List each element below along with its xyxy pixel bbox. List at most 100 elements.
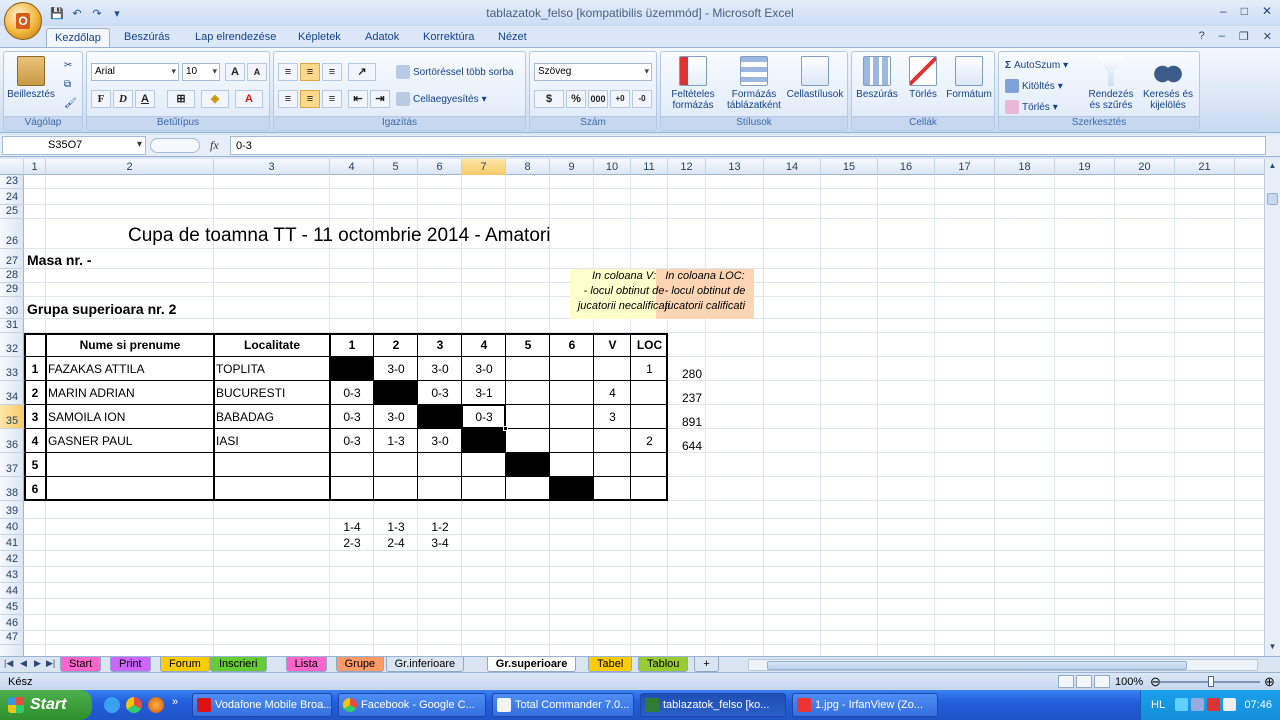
extra-value[interactable]: 644 [668, 429, 706, 453]
task-facebook-chrome[interactable]: Facebook - Google C... [338, 693, 486, 717]
row-header[interactable]: 28 [0, 269, 24, 283]
delete-cells-button[interactable]: Törlés [902, 56, 944, 100]
fill-color-button[interactable]: ◈ [201, 90, 229, 108]
increase-decimal-button[interactable]: +0 [610, 90, 630, 108]
worksheet-grid[interactable]: 1 2 3 4 5 6 7 8 9 10 11 12 13 14 15 16 17 18 19 20 21 23 24 25… [0, 159, 1268, 656]
first-sheet-icon[interactable]: |◀ [4, 658, 13, 669]
font-name-combo[interactable]: Arial [91, 63, 179, 81]
font-size-combo[interactable]: 10 [182, 63, 220, 81]
zoom-in-icon[interactable]: ⊕ [1264, 674, 1275, 690]
office-button[interactable]: O [4, 2, 42, 40]
underline-button[interactable]: A [135, 90, 155, 108]
column-header[interactable]: 18 [995, 159, 1055, 175]
scroll-up-icon[interactable]: ▲ [1267, 161, 1278, 173]
insert-function-button[interactable]: fx [210, 138, 219, 153]
close-button[interactable]: ✕ [1262, 4, 1272, 18]
conditional-formatting-button[interactable]: Feltételes formázás [664, 56, 722, 111]
column-header[interactable]: 20 [1115, 159, 1175, 175]
pairing[interactable]: 1-3 [374, 519, 418, 535]
column-header[interactable]: 5 [374, 159, 418, 175]
column-header[interactable]: 15 [821, 159, 878, 175]
pairing[interactable]: 1-2 [418, 519, 462, 535]
horizontal-scrollbar[interactable] [748, 659, 1258, 671]
tab-formulas[interactable]: Képletek [290, 28, 349, 48]
column-header[interactable]: 4 [330, 159, 374, 175]
row-header[interactable]: 27 [0, 249, 24, 269]
sheet-tab[interactable]: Tabel [588, 657, 633, 672]
align-top-button[interactable]: ≡ [278, 63, 298, 81]
format-painter-icon[interactable]: 🖌 [64, 94, 77, 112]
tab-review[interactable]: Korrektúra [415, 28, 482, 48]
cut-icon[interactable]: ✂ [64, 56, 72, 74]
column-header[interactable]: 2 [46, 159, 214, 175]
row-header[interactable]: 42 [0, 551, 24, 567]
tab-insert[interactable]: Beszúrás [116, 28, 178, 48]
row-header[interactable]: 33 [0, 357, 24, 381]
sheet-tab[interactable]: Tablou [638, 657, 689, 672]
workbook-restore-button[interactable]: ❐ [1239, 30, 1249, 43]
font-color-button[interactable]: A [235, 90, 263, 108]
volume-icon[interactable] [1223, 698, 1236, 711]
bold-button[interactable]: F [91, 90, 111, 108]
merge-cells-button[interactable]: Cellaegyesítés ▾ [396, 90, 487, 108]
tab-home[interactable]: Kezdőlap [46, 28, 110, 48]
column-header[interactable]: 21 [1175, 159, 1235, 175]
format-as-table-button[interactable]: Formázás táblázatként [725, 56, 783, 111]
fill-button[interactable]: Kitöltés ▾ [1005, 77, 1063, 95]
row-header[interactable]: 41 [0, 535, 24, 551]
workbook-close-button[interactable]: ✕ [1263, 30, 1272, 43]
language-indicator[interactable]: HL [1151, 699, 1165, 711]
insert-sheet-icon[interactable]: + [694, 657, 719, 672]
align-center-button[interactable]: ≡ [300, 90, 320, 108]
column-header[interactable]: 9 [550, 159, 594, 175]
find-select-button[interactable]: Keresés és kijelölés [1139, 56, 1197, 111]
row-header[interactable]: 45 [0, 599, 24, 615]
row-header[interactable]: 35 [0, 405, 24, 429]
cell-area[interactable]: Cupa de toamna TT - 11 octombrie 2014 - … [24, 175, 1268, 656]
row-header[interactable]: 43 [0, 567, 24, 583]
network-icon[interactable] [1175, 698, 1188, 711]
align-left-button[interactable]: ≡ [278, 90, 298, 108]
column-header[interactable]: 12 [668, 159, 706, 175]
row-header[interactable]: 38 [0, 477, 24, 501]
fill-handle[interactable] [503, 426, 508, 431]
sort-filter-button[interactable]: Rendezés és szűrés [1085, 56, 1137, 111]
align-right-button[interactable]: ≡ [322, 90, 342, 108]
zoom-level[interactable]: 100% [1115, 676, 1143, 688]
tray-app-icon[interactable] [1191, 698, 1204, 711]
minimize-button[interactable]: – [1220, 4, 1227, 18]
clear-button[interactable]: Törlés ▾ [1005, 98, 1058, 116]
show-desktop-icon[interactable] [104, 697, 120, 713]
quicklaunch-more-icon[interactable]: » [172, 696, 178, 708]
row-header[interactable]: 40 [0, 519, 24, 535]
grow-font-button[interactable]: A [225, 63, 245, 81]
pairing[interactable]: 2-4 [374, 535, 418, 551]
decrease-decimal-button[interactable]: -0 [632, 90, 652, 108]
number-format-combo[interactable]: Szöveg [534, 63, 652, 81]
align-middle-button[interactable]: ≡ [300, 63, 320, 81]
row-header[interactable]: 23 [0, 175, 24, 189]
sheet-tab[interactable]: Start [60, 657, 102, 672]
extra-value[interactable]: 891 [668, 405, 706, 429]
column-header[interactable]: 17 [935, 159, 995, 175]
accounting-format-button[interactable]: $ [534, 90, 564, 108]
row-header[interactable]: 29 [0, 283, 24, 297]
increase-indent-button[interactable]: ⇥ [370, 90, 390, 108]
orientation-button[interactable]: ↗ [348, 63, 376, 81]
percent-button[interactable]: % [566, 90, 586, 108]
pairing[interactable]: 3-4 [418, 535, 462, 551]
start-button[interactable]: Start [0, 690, 92, 720]
sheet-tab[interactable]: Forum [160, 657, 210, 672]
formula-bar-expand-handle[interactable] [150, 138, 200, 153]
task-excel[interactable]: tablazatok_felso [ko... [640, 693, 786, 717]
row-header[interactable]: 24 [0, 189, 24, 205]
copy-icon[interactable]: ⧉ [64, 75, 71, 93]
scroll-down-icon[interactable]: ▼ [1267, 642, 1278, 654]
row-header[interactable]: 46 [0, 615, 24, 631]
formula-input[interactable]: 0-3 [230, 136, 1266, 155]
sheet-tab[interactable]: Gr.superioare [486, 657, 577, 672]
decrease-indent-button[interactable]: ⇤ [348, 90, 368, 108]
pairing[interactable]: 2-3 [330, 535, 374, 551]
row-header[interactable]: 37 [0, 453, 24, 477]
row-header[interactable]: 44 [0, 583, 24, 599]
